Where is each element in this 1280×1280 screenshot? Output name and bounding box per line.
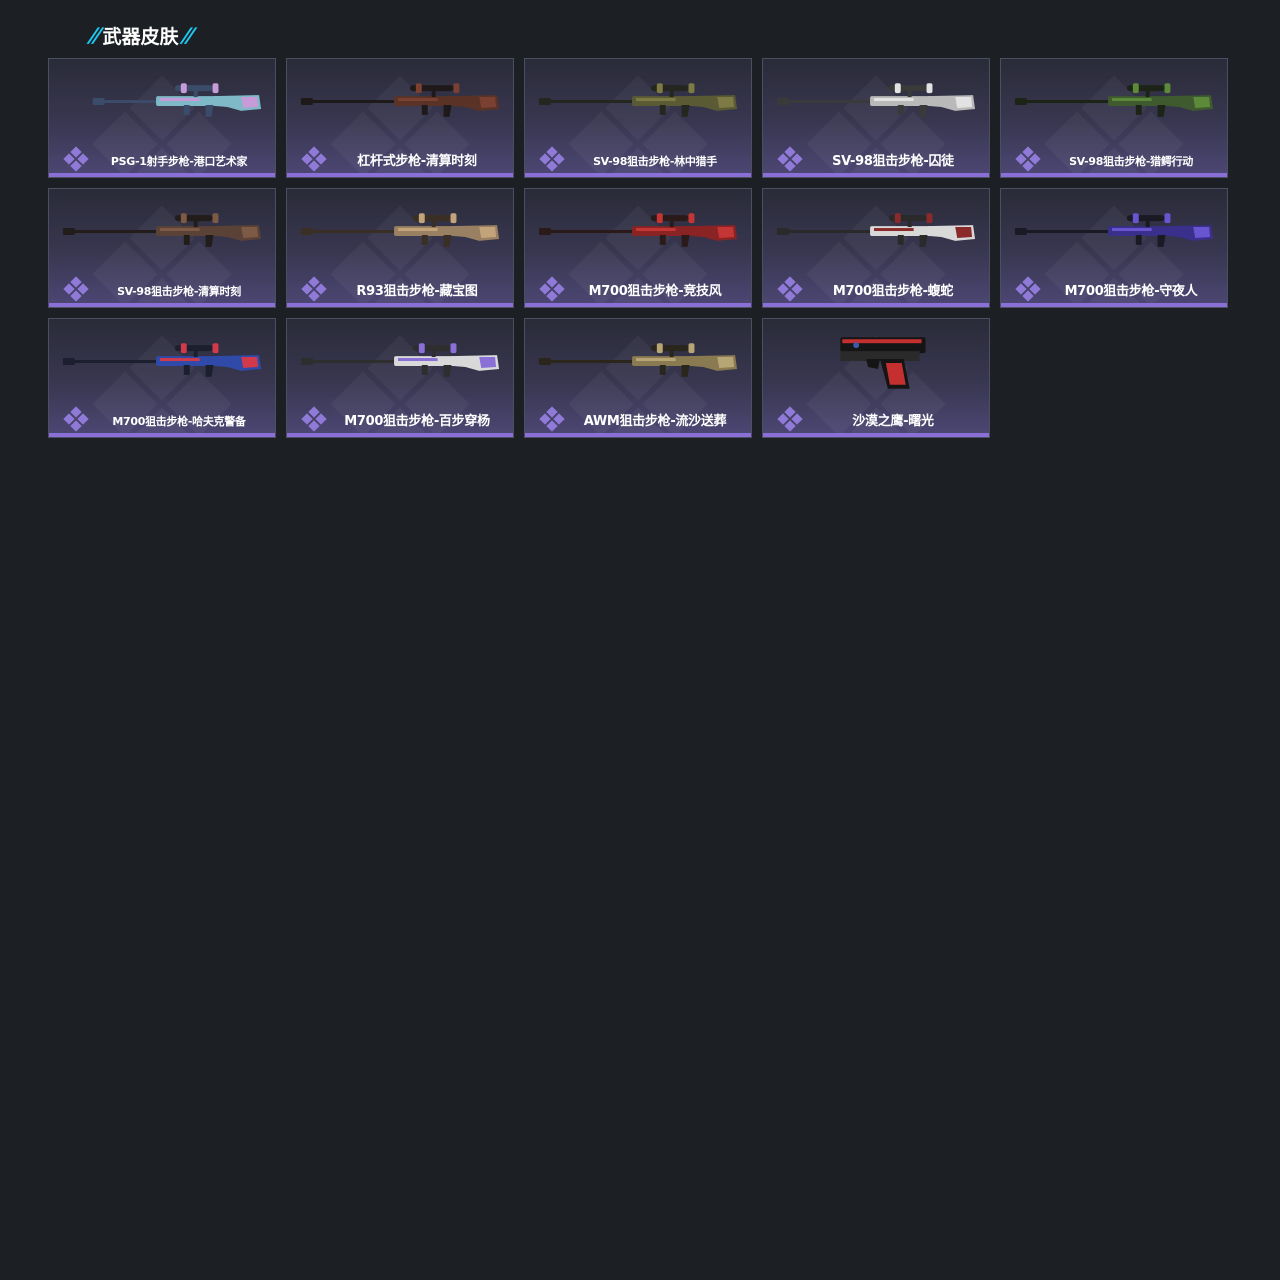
section-title: 武器皮肤: [102, 25, 179, 48]
sniper-rifle-m700-icon: [57, 333, 267, 393]
rarity-diamond-icon: [1015, 146, 1041, 172]
skin-card[interactable]: 沙漠之鹰-曙光: [762, 318, 990, 438]
skin-card[interactable]: M700狙击步枪-守夜人: [1000, 188, 1228, 308]
pistol-desert-eagle-icon: [771, 333, 981, 393]
weapon-skins-page: // 武器皮肤 // PSG-1射手步枪-港口艺术家 杠杆式步枪-清算时刻 SV…: [0, 0, 1280, 1280]
slash-decoration-icon: //: [87, 23, 101, 47]
rarity-diamond-icon: [539, 146, 565, 172]
rarity-diamond-icon: [777, 406, 803, 432]
slash-decoration-icon: //: [180, 23, 194, 47]
sniper-rifle-r93-icon: [295, 203, 505, 263]
skin-name: M700狙击步枪-哈夫克警备: [112, 415, 246, 428]
skin-card[interactable]: SV-98狙击步枪-林中猎手: [524, 58, 752, 178]
skin-name: R93狙击步枪-藏宝图: [356, 284, 478, 299]
rarity-diamond-icon: [539, 406, 565, 432]
skin-card[interactable]: AWM狙击步枪-流沙送葬: [524, 318, 752, 438]
skin-grid: PSG-1射手步枪-港口艺术家 杠杆式步枪-清算时刻 SV-98狙击步枪-林中猎…: [48, 58, 1228, 438]
sniper-rifle-sv98-icon: [57, 203, 267, 263]
skin-name: M700狙击步枪-竞技风: [588, 284, 722, 299]
rarity-diamond-icon: [63, 276, 89, 302]
skin-name: M700狙击步枪-蝮蛇: [832, 284, 954, 299]
sniper-rifle-m700-icon: [771, 203, 981, 263]
rarity-diamond-icon: [777, 146, 803, 172]
skin-name: 沙漠之鹰-曙光: [852, 414, 934, 429]
skin-name: SV-98狙击步枪-猎鳄行动: [1069, 155, 1193, 168]
skin-card[interactable]: M700狙击步枪-竞技风: [524, 188, 752, 308]
skin-card[interactable]: R93狙击步枪-藏宝图: [286, 188, 514, 308]
skin-name: SV-98狙击步枪-囚徒: [832, 154, 954, 169]
skin-card[interactable]: M700狙击步枪-蝮蛇: [762, 188, 990, 308]
skin-card[interactable]: M700狙击步枪-哈夫克警备: [48, 318, 276, 438]
sniper-rifle-sv98-icon: [533, 73, 743, 133]
skin-name: 杠杆式步枪-清算时刻: [357, 154, 477, 169]
section-header: // 武器皮肤 //: [87, 20, 194, 50]
rarity-diamond-icon: [301, 146, 327, 172]
rarity-diamond-icon: [1015, 276, 1041, 302]
rarity-diamond-icon: [301, 276, 327, 302]
sniper-rifle-m700-icon: [1009, 203, 1219, 263]
skin-name: SV-98狙击步枪-林中猎手: [593, 155, 717, 168]
skin-card[interactable]: SV-98狙击步枪-清算时刻: [48, 188, 276, 308]
skin-name: SV-98狙击步枪-清算时刻: [117, 285, 241, 298]
rarity-diamond-icon: [63, 146, 89, 172]
skin-name: AWM狙击步枪-流沙送葬: [583, 414, 727, 429]
skin-card[interactable]: M700狙击步枪-百步穿杨: [286, 318, 514, 438]
rarity-diamond-icon: [539, 276, 565, 302]
sniper-rifle-m700-icon: [295, 333, 505, 393]
rarity-diamond-icon: [777, 276, 803, 302]
skin-name: M700狙击步枪-守夜人: [1064, 284, 1198, 299]
skin-card[interactable]: 杠杆式步枪-清算时刻: [286, 58, 514, 178]
sniper-rifle-sv98-icon: [1009, 73, 1219, 133]
sniper-rifle-m700-icon: [533, 203, 743, 263]
skin-name: PSG-1射手步枪-港口艺术家: [110, 155, 248, 168]
skin-card[interactable]: SV-98狙击步枪-囚徒: [762, 58, 990, 178]
lever-action-rifle-icon: [295, 73, 505, 133]
sniper-rifle-awm-icon: [533, 333, 743, 393]
rarity-diamond-icon: [301, 406, 327, 432]
skin-name: M700狙击步枪-百步穿杨: [344, 414, 490, 429]
rarity-diamond-icon: [63, 406, 89, 432]
sniper-rifle-psg1-icon: [57, 73, 267, 133]
skin-card[interactable]: PSG-1射手步枪-港口艺术家: [48, 58, 276, 178]
sniper-rifle-sv98-icon: [771, 73, 981, 133]
skin-card[interactable]: SV-98狙击步枪-猎鳄行动: [1000, 58, 1228, 178]
